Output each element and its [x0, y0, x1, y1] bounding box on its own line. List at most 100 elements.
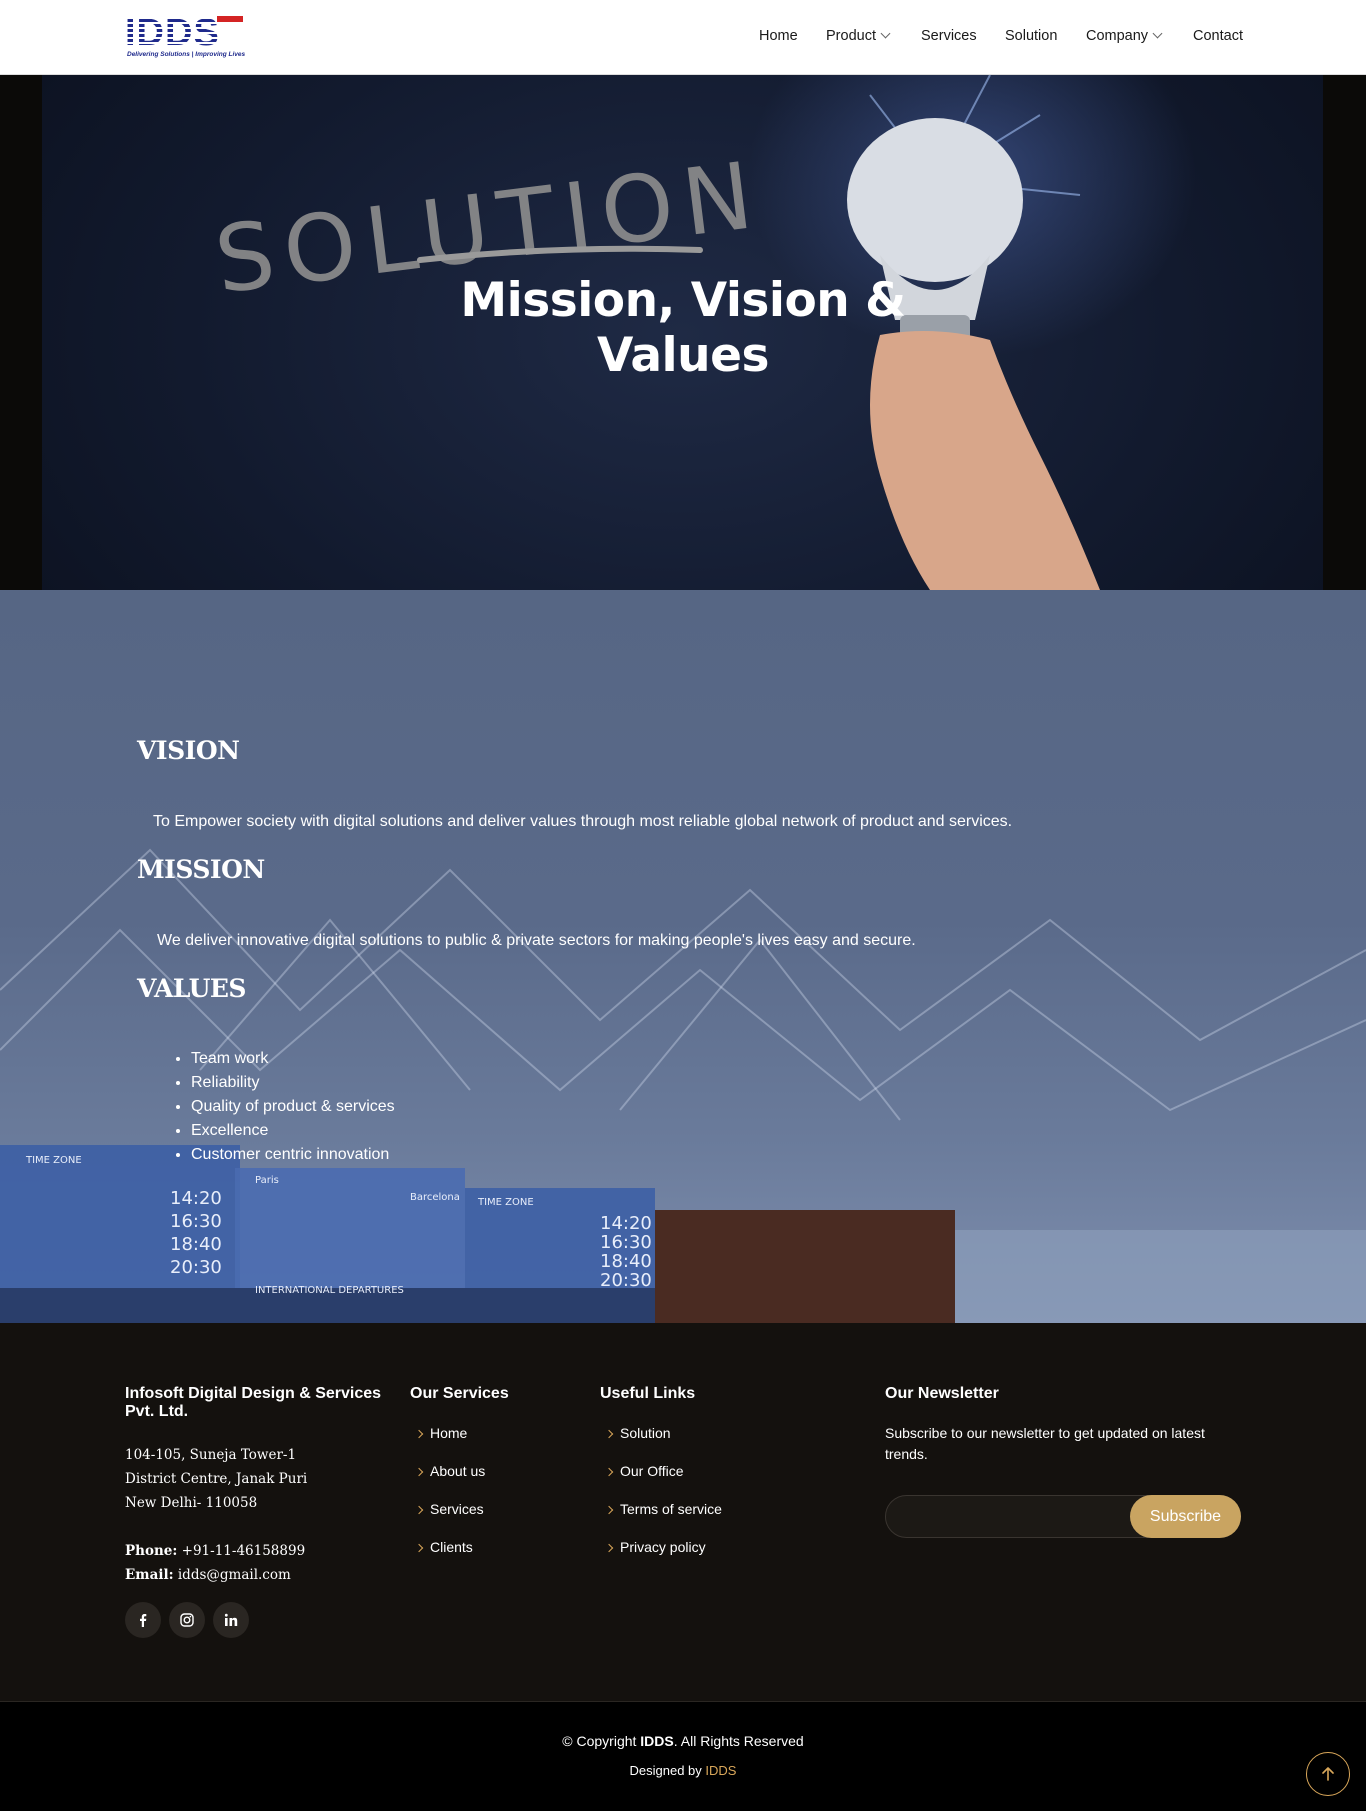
footer-link-about[interactable]: About us — [414, 1463, 486, 1479]
facebook-link[interactable] — [125, 1602, 161, 1638]
values-list: Team work Reliability Quality of product… — [191, 1047, 395, 1167]
footer-link-home[interactable]: Home — [414, 1425, 468, 1441]
chevron-right-icon — [414, 1429, 424, 1439]
our-services-title: Our Services — [410, 1385, 509, 1402]
svg-text:20:30: 20:30 — [600, 1270, 652, 1291]
instagram-icon — [180, 1613, 194, 1627]
company-name-line1: Infosoft Digital Design & Services — [125, 1385, 382, 1402]
designed-prefix: Designed by — [629, 1763, 706, 1778]
svg-text:18:40: 18:40 — [170, 1234, 222, 1255]
footer-link-label: Privacy policy — [620, 1539, 706, 1555]
svg-text:16:30: 16:30 — [170, 1211, 222, 1232]
nav-company[interactable]: Company — [1086, 28, 1163, 44]
vision-text: To Empower society with digital solution… — [153, 813, 1013, 830]
chevron-down-icon — [880, 28, 891, 39]
copyright-suffix: . All Rights Reserved — [673, 1733, 804, 1749]
nav-contact[interactable]: Contact — [1193, 28, 1243, 44]
logo-red-accent — [217, 16, 243, 22]
values-item: Quality of product & services — [191, 1095, 395, 1119]
nav-product[interactable]: Product — [826, 28, 891, 44]
subscribe-button[interactable]: Subscribe — [1130, 1495, 1241, 1538]
svg-text:INTERNATIONAL DEPARTURES: INTERNATIONAL DEPARTURES — [255, 1285, 404, 1296]
company-name-line2: Pvt. Ltd. — [125, 1403, 189, 1420]
values-heading: VALUES — [137, 974, 246, 1003]
linkedin-icon — [224, 1613, 238, 1626]
svg-text:14:20: 14:20 — [170, 1188, 222, 1209]
svg-text:TIME ZONE: TIME ZONE — [25, 1155, 82, 1166]
svg-text:16:30: 16:30 — [600, 1232, 652, 1253]
mission-heading: MISSION — [137, 855, 265, 884]
phone-line: Phone: +91-11-46158899 — [125, 1543, 305, 1559]
footer-company-name: Infosoft Digital Design & Services Pvt. … — [125, 1385, 381, 1421]
svg-text:TIME ZONE: TIME ZONE — [477, 1197, 534, 1208]
chevron-right-icon — [604, 1429, 614, 1439]
phone-label: Phone: — [125, 1543, 178, 1559]
footer-link-our-office[interactable]: Our Office — [604, 1463, 684, 1479]
svg-text:Paris: Paris — [255, 1175, 279, 1186]
svg-text:Barcelona: Barcelona — [410, 1192, 460, 1203]
designed-by-text: Designed by IDDS — [0, 1763, 1366, 1778]
back-to-top-button[interactable] — [1306, 1752, 1350, 1796]
footer-link-label: Our Office — [620, 1463, 684, 1479]
designed-brand-link[interactable]: IDDS — [705, 1763, 736, 1778]
address-line: New Delhi- 110058 — [125, 1495, 258, 1511]
linkedin-link[interactable] — [213, 1602, 249, 1638]
values-item: Customer centric innovation — [191, 1143, 395, 1167]
site-header: IDDS Delivering Solutions | Improving Li… — [0, 0, 1366, 75]
mission-text: We deliver innovative digital solutions … — [157, 932, 916, 949]
footer-link-label: Terms of service — [620, 1501, 722, 1517]
footer-link-services[interactable]: Services — [414, 1501, 484, 1517]
email-label: Email: — [125, 1567, 174, 1583]
values-item: Team work — [191, 1047, 395, 1071]
newsletter-description: Subscribe to our newsletter to get updat… — [885, 1425, 1205, 1462]
svg-text:14:20: 14:20 — [600, 1213, 652, 1234]
vision-heading: VISION — [137, 736, 240, 765]
values-item: Reliability — [191, 1071, 395, 1095]
chevron-right-icon — [604, 1505, 614, 1515]
nav-product-label: Product — [826, 28, 876, 44]
logo-tagline: Delivering Solutions | Improving Lives — [127, 51, 246, 58]
footer-link-label: Solution — [620, 1425, 671, 1441]
address-line: 104-105, Suneja Tower-1 — [125, 1447, 297, 1463]
copyright-brand: IDDS — [640, 1733, 674, 1749]
bulb-glass — [847, 118, 1023, 282]
svg-text:18:40: 18:40 — [600, 1251, 652, 1272]
footer-link-label: Services — [430, 1501, 484, 1517]
nav-solution[interactable]: Solution — [1005, 28, 1057, 44]
facebook-icon — [140, 1614, 147, 1627]
main-nav: Home Product Services Solution Company C… — [0, 28, 1366, 48]
footer-link-label: Clients — [430, 1539, 473, 1555]
footer-bottom-bar — [0, 1701, 1366, 1811]
chevron-right-icon — [414, 1505, 424, 1515]
airport-background-image: 14:2016:30 18:4020:30 14:2016:30 18:4020… — [0, 848, 1366, 1323]
chevron-right-icon — [414, 1543, 424, 1553]
footer-link-label: Home — [430, 1425, 468, 1441]
address-line: District Centre, Janak Puri — [125, 1471, 308, 1487]
newsletter-title: Our Newsletter — [885, 1385, 999, 1402]
arrow-up-icon — [1322, 1767, 1334, 1781]
footer-link-terms[interactable]: Terms of service — [604, 1501, 722, 1517]
footer-link-solution[interactable]: Solution — [604, 1425, 671, 1441]
chevron-right-icon — [604, 1467, 614, 1477]
copyright-prefix: © Copyright — [562, 1733, 641, 1749]
email-line: Email: idds@gmail.com — [125, 1567, 291, 1583]
chevron-right-icon — [414, 1467, 424, 1477]
mission-vision-values-section: 14:20 16:30 18:40 20:30 14:20 16:30 18:40 20… — [0, 590, 1366, 1323]
footer-link-privacy[interactable]: Privacy policy — [604, 1539, 706, 1555]
instagram-link[interactable] — [169, 1602, 205, 1638]
hero-banner: SOLUTION Mission, Vision & Values — [0, 75, 1366, 590]
copyright-text: © Copyright IDDS. All Rights Reserved — [0, 1733, 1366, 1749]
chevron-down-icon — [1152, 28, 1163, 39]
footer-link-clients[interactable]: Clients — [414, 1539, 473, 1555]
nav-home[interactable]: Home — [759, 28, 798, 44]
page-title: Mission, Vision & Values — [460, 273, 906, 383]
phone-value[interactable]: +91-11-46158899 — [182, 1543, 306, 1559]
svg-text:20:30: 20:30 — [170, 1257, 222, 1278]
footer-link-label: About us — [430, 1463, 486, 1479]
nav-services[interactable]: Services — [921, 28, 977, 44]
values-item: Excellence — [191, 1119, 395, 1143]
chevron-right-icon — [604, 1543, 614, 1553]
nav-company-label: Company — [1086, 28, 1149, 44]
useful-links-title: Useful Links — [600, 1385, 696, 1402]
email-value[interactable]: idds@gmail.com — [178, 1567, 291, 1583]
